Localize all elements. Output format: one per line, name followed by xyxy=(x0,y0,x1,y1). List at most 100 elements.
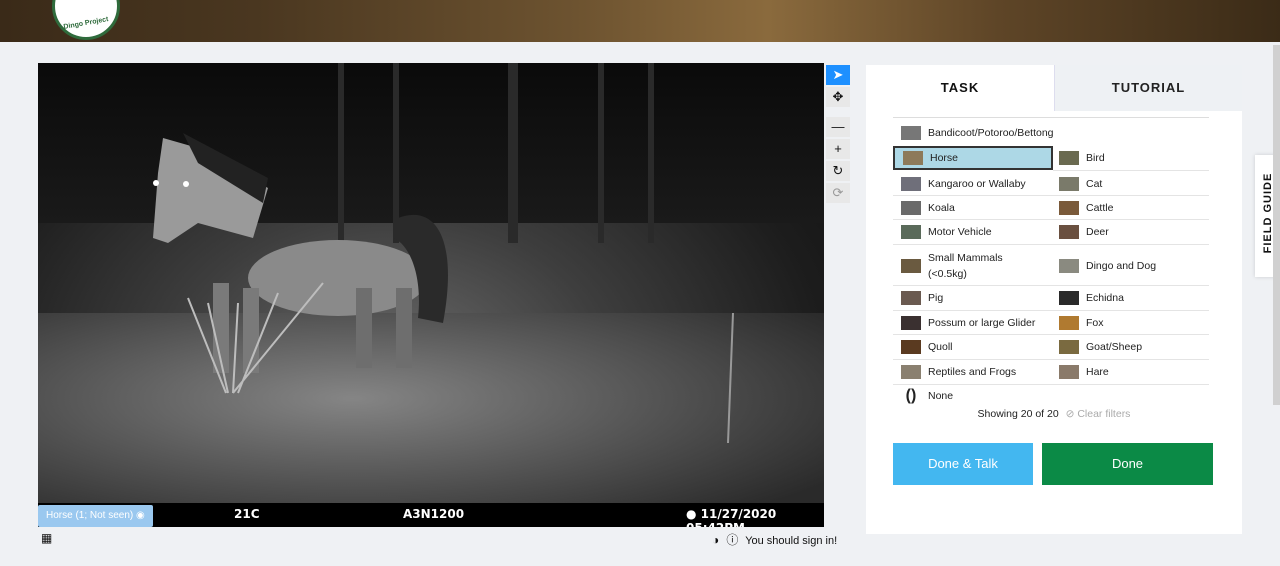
species-label: Fox xyxy=(1086,317,1104,329)
sign-in-notice[interactable]: You should sign in! xyxy=(745,535,837,547)
species-option-possum[interactable]: Possum or large Glider xyxy=(893,311,1051,335)
annotation-tag[interactable]: Horse (1; Not seen) ◉ xyxy=(38,505,153,527)
species-option-small-mammals[interactable]: Small Mammals (<0.5kg) xyxy=(893,246,1051,286)
species-thumbnail xyxy=(1059,365,1079,379)
rotate-tool[interactable]: ↻ xyxy=(826,161,850,181)
species-thumbnail xyxy=(1059,316,1079,330)
species-label: Quoll xyxy=(928,341,953,353)
species-thumbnail xyxy=(1059,201,1079,215)
species-option-deer[interactable]: Deer xyxy=(1051,220,1209,244)
timestamp-label: ● 11/27/2020 05:42PM xyxy=(686,507,777,527)
done-and-talk-button[interactable]: Done & Talk xyxy=(893,443,1033,485)
species-thumbnail xyxy=(903,151,923,165)
species-thumbnail xyxy=(901,201,921,215)
pointer-tool[interactable]: ➤ xyxy=(826,65,850,85)
task-panel: TASK TUTORIAL Bandicoot/Potoroo/Bettong … xyxy=(866,65,1242,534)
species-option-goat-sheep[interactable]: Goat/Sheep xyxy=(1051,335,1209,359)
species-thumbnail xyxy=(1059,259,1079,273)
page-scrollbar[interactable] xyxy=(1273,45,1280,405)
tab-task[interactable]: TASK xyxy=(866,65,1054,111)
species-thumbnail xyxy=(901,340,921,354)
zoom-in-tool[interactable]: + xyxy=(826,139,850,159)
temperature-label: 21C xyxy=(234,507,260,521)
species-thumbnail xyxy=(901,259,921,273)
species-thumbnail xyxy=(901,126,921,140)
row-divider xyxy=(893,285,1209,286)
header-banner: Dingo Project xyxy=(0,0,1280,42)
contrast-icon[interactable]: ◑ xyxy=(712,533,719,547)
species-option-cattle[interactable]: Cattle xyxy=(1051,196,1209,220)
camera-id-label: A3N1200 xyxy=(403,507,465,521)
species-thumbnail xyxy=(1059,225,1079,239)
showing-count: Showing 20 of 20 ⊘ Clear filters xyxy=(866,408,1242,420)
move-tool[interactable]: ✥ xyxy=(826,87,850,107)
species-thumbnail xyxy=(901,225,921,239)
showing-text: Showing 20 of 20 xyxy=(977,408,1059,420)
species-label: Bird xyxy=(1086,152,1105,164)
row-divider xyxy=(893,195,1209,196)
species-thumbnail xyxy=(901,365,921,379)
species-thumbnail xyxy=(1059,151,1079,165)
species-label: Deer xyxy=(1086,226,1109,238)
row-divider xyxy=(893,359,1209,360)
species-thumbnail xyxy=(1059,177,1079,191)
species-option-bird[interactable]: Bird xyxy=(1051,146,1209,170)
none-icon: () xyxy=(905,387,917,404)
reset-tool[interactable]: ⟳ xyxy=(826,183,850,203)
grid-view-icon[interactable]: ▦ xyxy=(41,531,52,545)
species-option-echidna[interactable]: Echidna xyxy=(1051,286,1209,310)
species-label: Reptiles and Frogs xyxy=(928,366,1017,378)
species-option-quoll[interactable]: Quoll xyxy=(893,335,1051,359)
species-option-none[interactable]: () None xyxy=(893,384,1093,408)
clear-filters-button[interactable]: ⊘ Clear filters xyxy=(1066,408,1131,420)
viewer-footer: ◑ ⓘ You should sign in! xyxy=(712,531,837,548)
row-divider xyxy=(893,219,1209,220)
species-label: Small Mammals (<0.5kg) xyxy=(928,252,1003,280)
species-option-kangaroo[interactable]: Kangaroo or Wallaby xyxy=(893,172,1051,196)
info-icon[interactable]: ⓘ xyxy=(726,533,738,547)
species-option-motor-vehicle[interactable]: Motor Vehicle xyxy=(893,220,1051,244)
species-label: Pig xyxy=(928,292,944,304)
done-button[interactable]: Done xyxy=(1042,443,1213,485)
species-thumbnail xyxy=(1059,291,1079,305)
species-thumbnail xyxy=(901,316,921,330)
horse-photo xyxy=(153,133,734,444)
species-grid: Bandicoot/Potoroo/Bettong Horse Kangaroo… xyxy=(893,117,1209,385)
species-label: Bandicoot/Potoroo/Bettong xyxy=(928,127,1054,139)
zoom-out-tool[interactable]: — xyxy=(826,117,850,137)
species-thumbnail xyxy=(1059,340,1079,354)
row-divider xyxy=(893,310,1209,311)
species-label: Horse xyxy=(930,152,959,164)
subject-image[interactable]: ♘ 21C A3N1200 ● 11/27/2020 05:42PM xyxy=(38,63,824,527)
species-option-cat[interactable]: Cat xyxy=(1051,172,1209,196)
panel-tabs: TASK TUTORIAL xyxy=(866,65,1242,111)
tab-tutorial[interactable]: TUTORIAL xyxy=(1054,65,1242,111)
species-option-fox[interactable]: Fox xyxy=(1051,311,1209,335)
species-option-dingo[interactable]: Dingo and Dog xyxy=(1051,246,1209,286)
species-option-hare[interactable]: Hare xyxy=(1051,360,1209,384)
row-divider xyxy=(893,334,1209,335)
species-thumbnail xyxy=(901,177,921,191)
species-label: Koala xyxy=(928,202,955,214)
image-toolbar: ➤ ✥ — + ↻ ⟳ xyxy=(826,65,850,205)
species-option-reptiles[interactable]: Reptiles and Frogs xyxy=(893,360,1051,384)
row-divider xyxy=(893,244,1209,245)
species-label: None xyxy=(928,390,954,402)
species-thumbnail xyxy=(901,291,921,305)
species-label: Cattle xyxy=(1086,202,1114,214)
camera-info-strip: ♘ 21C A3N1200 ● 11/27/2020 05:42PM xyxy=(38,503,824,527)
species-option-bandicoot[interactable]: Bandicoot/Potoroo/Bettong xyxy=(893,121,1093,145)
species-label: Dingo and Dog xyxy=(1086,260,1157,272)
species-label: Echidna xyxy=(1086,292,1124,304)
species-label: Hare xyxy=(1086,366,1109,378)
species-option-koala[interactable]: Koala xyxy=(893,196,1051,220)
species-label: Motor Vehicle xyxy=(928,226,992,238)
row-divider xyxy=(1053,170,1209,171)
species-label: Goat/Sheep xyxy=(1086,341,1143,353)
species-option-horse[interactable]: Horse xyxy=(893,146,1053,170)
species-option-pig[interactable]: Pig xyxy=(893,286,1051,310)
species-label: Kangaroo or Wallaby xyxy=(928,178,1026,190)
species-label: Possum or large Glider xyxy=(928,317,1036,329)
species-label: Cat xyxy=(1086,178,1103,190)
